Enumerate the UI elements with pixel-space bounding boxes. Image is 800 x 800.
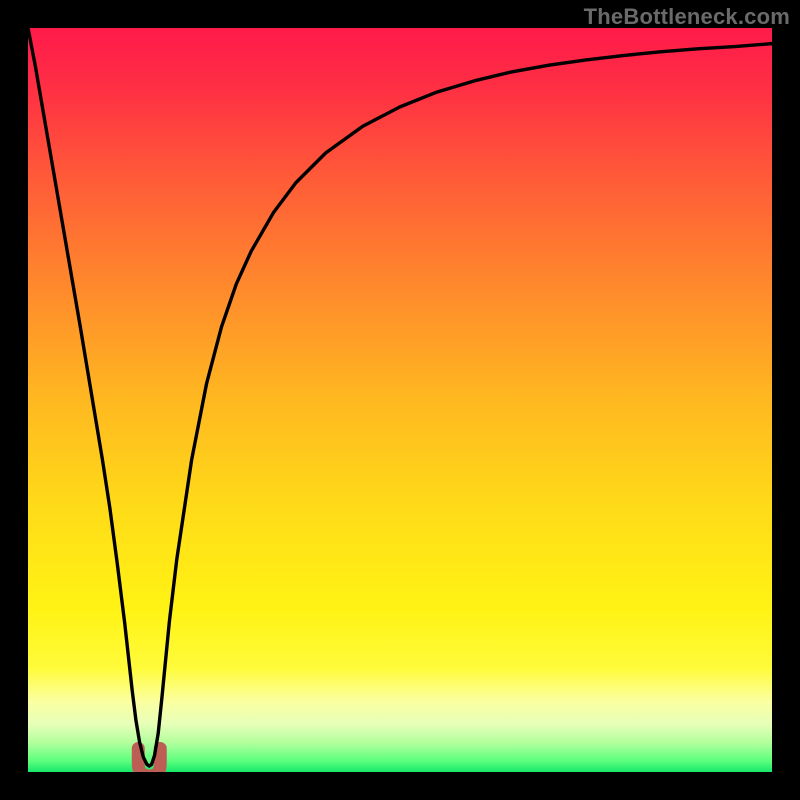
chart-frame: TheBottleneck.com	[0, 0, 800, 800]
plot-area	[28, 28, 772, 772]
background-gradient	[28, 28, 772, 772]
watermark-label: TheBottleneck.com	[584, 4, 790, 30]
